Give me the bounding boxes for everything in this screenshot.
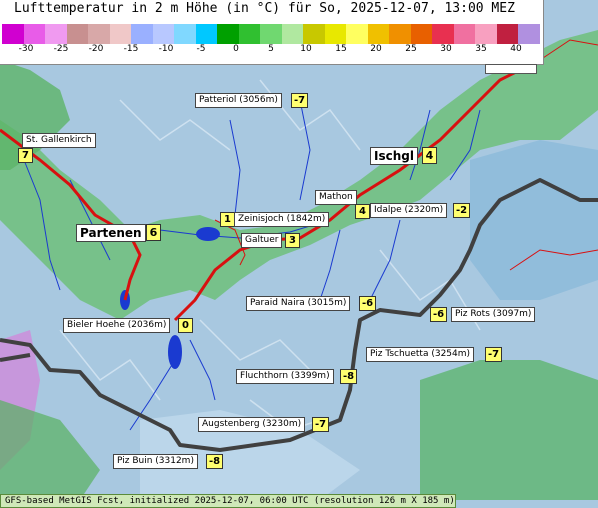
temp-value-augstenberg: -7 xyxy=(312,417,330,432)
color-swatch xyxy=(475,24,497,44)
scale-tick-label: -30 xyxy=(18,44,34,54)
map-title: Lufttemperatur in 2 m Höhe (in °C) für S… xyxy=(14,1,515,16)
place-label-piz-tschuetta: Piz Tschuetta (3254m) xyxy=(366,347,475,362)
scale-tick-label: -20 xyxy=(88,44,104,54)
color-swatch xyxy=(432,24,454,44)
temp-value-piz-buin: -8 xyxy=(206,454,224,469)
color-swatch xyxy=(238,24,261,44)
place-label-st-gallenkirch: St. Gallenkirch xyxy=(22,133,96,148)
place-label-idalpe: Idalpe (2320m) xyxy=(370,203,448,218)
temp-value-piz-rots: -6 xyxy=(430,307,448,322)
color-swatch xyxy=(389,24,411,44)
color-swatch xyxy=(66,24,89,44)
color-swatch xyxy=(346,24,368,44)
color-swatch xyxy=(131,24,153,44)
color-swatch xyxy=(410,24,433,44)
place-label-partenen: Partenen xyxy=(76,224,146,242)
scale-tick-label: -10 xyxy=(158,44,174,54)
color-swatch xyxy=(260,24,282,44)
temp-value-mathon: 4 xyxy=(355,204,370,219)
temp-value-zeinisjoch: 1 xyxy=(220,212,235,227)
scale-tick-label: -5 xyxy=(196,44,206,54)
color-swatch xyxy=(453,24,476,44)
place-label-zeinisjoch: Zeinisjoch (1842m) xyxy=(234,212,330,227)
color-swatch xyxy=(217,24,239,44)
scale-tick-label: -25 xyxy=(53,44,69,54)
color-swatch xyxy=(195,24,218,44)
color-swatch xyxy=(23,24,46,44)
temp-value-patteriol: -7 xyxy=(291,93,309,108)
place-label-piz-buin: Piz Buin (3312m) xyxy=(113,454,198,469)
color-swatch xyxy=(109,24,132,44)
color-swatch xyxy=(281,24,304,44)
forecast-footer: GFS-based MetGIS Fcst, initialized 2025-… xyxy=(0,494,456,508)
color-swatch xyxy=(174,24,196,44)
temp-value-bieler-hoehe: 0 xyxy=(178,318,193,333)
temp-value-st-gallenkirch: 7 xyxy=(18,148,33,163)
scale-tick-label: 5 xyxy=(268,44,274,54)
color-swatch xyxy=(88,24,110,44)
legend-corner-box xyxy=(485,64,537,74)
temp-value-ischgl: 4 xyxy=(422,147,437,164)
temp-value-paraid-naira: -6 xyxy=(359,296,377,311)
place-label-piz-rots: Piz Rots (3097m) xyxy=(451,307,536,322)
color-swatch xyxy=(324,24,347,44)
color-swatch xyxy=(2,24,24,44)
scale-tick-label: -15 xyxy=(123,44,139,54)
legend-header: Lufttemperatur in 2 m Höhe (in °C) für S… xyxy=(0,0,544,65)
temp-value-idalpe: -2 xyxy=(453,203,471,218)
scale-tick-label: 0 xyxy=(233,44,239,54)
temp-value-fluchthorn: -8 xyxy=(340,369,358,384)
scale-tick-label: 10 xyxy=(300,44,312,54)
color-swatch xyxy=(45,24,67,44)
color-swatch xyxy=(496,24,519,44)
place-label-galtuer: Galtuer xyxy=(241,233,283,248)
temp-value-partenen: 6 xyxy=(146,224,161,241)
temp-value-galtuer: 3 xyxy=(285,233,300,248)
place-label-fluchthorn: Fluchthorn (3399m) xyxy=(236,369,334,384)
temp-value-piz-tschuetta: -7 xyxy=(485,347,503,362)
scale-tick-label: 30 xyxy=(440,44,452,54)
scale-tick-label: 35 xyxy=(475,44,487,54)
place-label-paraid-naira: Paraid Naira (3015m) xyxy=(246,296,351,311)
place-label-bieler-hoehe: Bieler Hoehe (2036m) xyxy=(63,318,171,333)
place-label-mathon: Mathon xyxy=(315,190,357,205)
scale-tick-label: 15 xyxy=(335,44,347,54)
place-label-ischgl: Ischgl xyxy=(370,147,418,165)
place-label-patteriol: Patteriol (3056m) xyxy=(195,93,282,108)
color-swatch xyxy=(518,24,540,44)
scale-tick-label: 40 xyxy=(510,44,522,54)
color-swatch xyxy=(303,24,325,44)
color-swatch xyxy=(152,24,175,44)
color-swatch xyxy=(367,24,390,44)
scale-tick-label: 25 xyxy=(405,44,417,54)
color-scale-bar xyxy=(2,24,540,44)
scale-tick-label: 20 xyxy=(370,44,382,54)
place-label-augstenberg: Augstenberg (3230m) xyxy=(198,417,306,432)
color-scale-ticks: -30 -25 -20 -15 -10 -5 0 5 10 15 20 25 30 35 40 xyxy=(0,44,543,60)
